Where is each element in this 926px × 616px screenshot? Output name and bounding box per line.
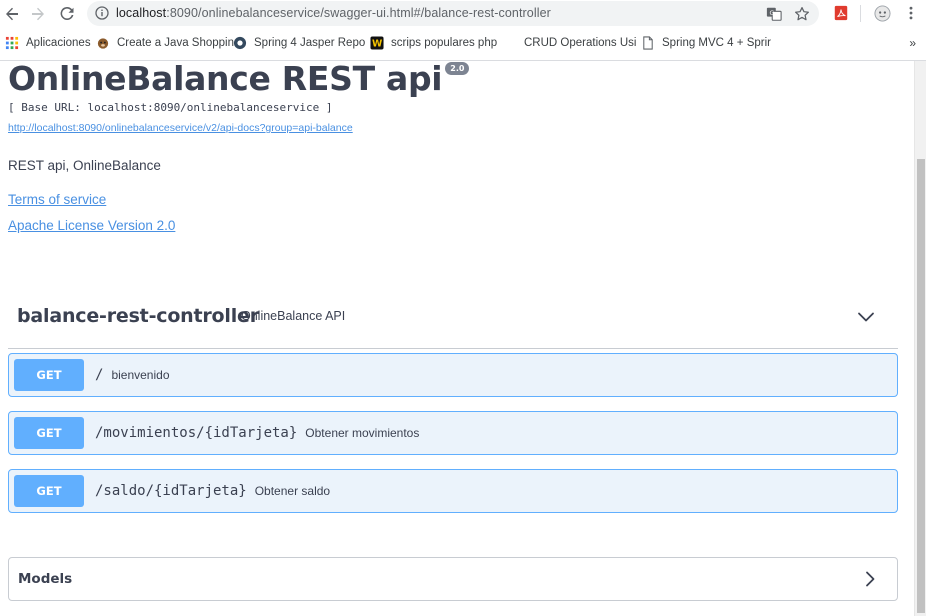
bookmark-label: Spring MVC 4 + Sprir bbox=[662, 37, 771, 49]
tag-description: OnlineBalance API bbox=[241, 309, 346, 323]
operation-path: / bbox=[95, 367, 104, 383]
api-title-block: OnlineBalance REST api 2.0 bbox=[8, 61, 470, 98]
bookmark-label: CRUD Operations Usi bbox=[524, 37, 637, 49]
url-host: localhost bbox=[116, 6, 167, 20]
bookmark-scrips-php[interactable]: W scrips populares php bbox=[369, 35, 497, 51]
terms-of-service-link[interactable]: Terms of service bbox=[8, 192, 106, 207]
operation-path: /saldo/{idTarjeta} bbox=[95, 483, 247, 499]
bookmark-label: Create a Java Shoppin bbox=[117, 37, 234, 49]
operation-get-saldo[interactable]: GET /saldo/{idTarjeta} Obtener saldo bbox=[8, 469, 898, 513]
circle-favicon-icon bbox=[232, 36, 247, 51]
operation-path-line: / bienvenido bbox=[95, 367, 170, 383]
operation-summary: Obtener movimientos bbox=[305, 426, 420, 440]
profile-button[interactable] bbox=[873, 4, 891, 22]
bookmarks-bar: Aplicaciones Create a Java Shoppin Sprin… bbox=[0, 30, 926, 56]
license-link[interactable]: Apache License Version 2.0 bbox=[8, 218, 175, 233]
bookmark-label: Aplicaciones bbox=[26, 37, 91, 49]
reload-button[interactable] bbox=[56, 3, 78, 25]
api-title: OnlineBalance REST api bbox=[8, 61, 443, 98]
reload-icon bbox=[60, 6, 74, 20]
method-badge: GET bbox=[14, 417, 84, 449]
kebab-menu-icon bbox=[909, 6, 913, 20]
pdf-extension-icon bbox=[834, 5, 848, 21]
page-scrollbar[interactable] bbox=[914, 61, 926, 616]
star-icon bbox=[794, 6, 810, 21]
back-button[interactable] bbox=[1, 3, 23, 25]
bookmarks-overflow-button[interactable]: » bbox=[909, 36, 916, 50]
operation-path: /movimientos/{idTarjeta} bbox=[95, 425, 298, 441]
info-icon bbox=[95, 6, 109, 20]
translate-button[interactable]: G bbox=[765, 5, 783, 23]
bookmark-apps[interactable]: Aplicaciones bbox=[4, 35, 91, 51]
chevron-right-icon[interactable] bbox=[861, 570, 879, 588]
bookmark-java-shopping[interactable]: Create a Java Shoppin bbox=[95, 35, 234, 51]
models-section[interactable]: Models bbox=[8, 557, 898, 601]
api-docs-link[interactable]: http://localhost:8090/onlinebalanceservi… bbox=[8, 122, 353, 134]
bookmark-spring-jasper[interactable]: Spring 4 Jasper Repo bbox=[232, 35, 365, 51]
chevron-down-icon[interactable] bbox=[856, 307, 876, 327]
bookmark-crud-operations[interactable]: CRUD Operations Usi bbox=[502, 35, 636, 51]
dog-favicon-icon bbox=[95, 36, 110, 51]
avatar-icon bbox=[873, 4, 891, 22]
page-icon bbox=[640, 36, 655, 51]
operation-get-root[interactable]: GET / bienvenido bbox=[8, 353, 898, 397]
swagger-page: OnlineBalance REST api 2.0 [ Base URL: lo… bbox=[0, 61, 914, 616]
url-text: localhost:8090/onlinebalanceservice/swag… bbox=[116, 6, 551, 20]
operation-path-line: /movimientos/{idTarjeta} Obtener movimien… bbox=[95, 425, 419, 441]
menu-button[interactable] bbox=[902, 4, 920, 22]
tag-name: balance-rest-controller bbox=[17, 305, 259, 327]
browser-toolbar: localhost:8090/onlinebalanceservice/swag… bbox=[0, 0, 926, 28]
api-description: REST api, OnlineBalance bbox=[8, 158, 161, 173]
forward-button[interactable] bbox=[27, 3, 49, 25]
method-badge: GET bbox=[14, 359, 84, 391]
operation-get-movimientos[interactable]: GET /movimientos/{idTarjeta} Obtener movi… bbox=[8, 411, 898, 455]
method-badge: GET bbox=[14, 475, 84, 507]
address-bar[interactable]: localhost:8090/onlinebalanceservice/swag… bbox=[87, 1, 819, 26]
toolbar-divider bbox=[860, 5, 861, 22]
svg-text:G: G bbox=[770, 10, 775, 17]
forward-arrow-icon bbox=[32, 7, 44, 21]
translate-icon: G bbox=[766, 7, 782, 21]
bookmark-label: Spring 4 Jasper Repo bbox=[254, 37, 366, 49]
bookmark-star-button[interactable] bbox=[793, 5, 811, 23]
apps-grid-icon bbox=[4, 36, 19, 51]
models-title: Models bbox=[18, 571, 73, 587]
base-url: [ Base URL: localhost:8090/onlinebalance… bbox=[8, 101, 333, 114]
back-arrow-icon bbox=[6, 7, 18, 21]
blank-favicon-icon bbox=[502, 36, 517, 51]
w-favicon-icon: W bbox=[369, 36, 384, 51]
bookmark-spring-mvc[interactable]: Spring MVC 4 + Sprir bbox=[640, 35, 771, 51]
svg-text:W: W bbox=[372, 39, 382, 50]
url-path: :8090/onlinebalanceservice/swagger-ui.ht… bbox=[166, 6, 551, 20]
operation-path-line: /saldo/{idTarjeta} Obtener saldo bbox=[95, 483, 330, 499]
scrollbar-thumb[interactable] bbox=[917, 159, 925, 613]
pdf-extension-button[interactable] bbox=[832, 4, 850, 22]
version-badge: 2.0 bbox=[445, 62, 470, 75]
operation-summary: Obtener saldo bbox=[254, 484, 331, 498]
tag-section-header[interactable]: balance-rest-controller OnlineBalance AP… bbox=[8, 294, 898, 349]
bookmark-label: scrips populares php bbox=[391, 37, 498, 49]
operation-summary: bienvenido bbox=[111, 368, 170, 382]
